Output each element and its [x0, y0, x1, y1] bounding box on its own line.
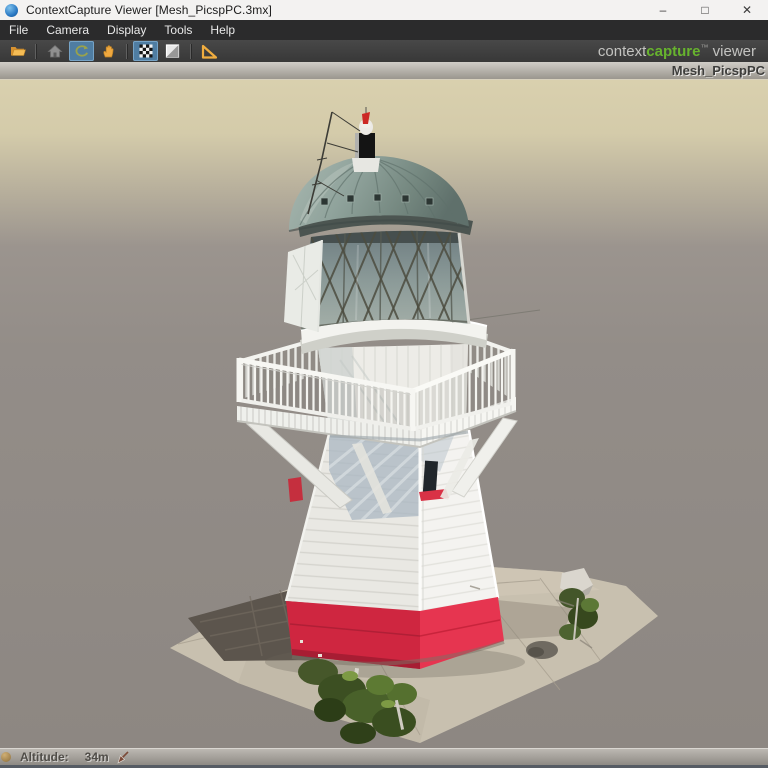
viewport-3d[interactable]	[0, 80, 768, 748]
menu-item-camera[interactable]: Camera	[37, 20, 98, 40]
title-bar: ContextCapture Viewer [Mesh_PicspPC.3mx]…	[0, 0, 768, 20]
open-folder-icon	[9, 43, 27, 59]
home-view-button[interactable]	[42, 41, 67, 61]
pan-hand-icon	[100, 43, 118, 59]
orbit-rotate-icon	[73, 43, 91, 59]
measure-set-square-icon	[200, 43, 219, 60]
brand-viewer: viewer	[708, 43, 756, 60]
app-icon	[5, 4, 18, 17]
altitude-value: 34m	[85, 750, 109, 764]
toolbar: contextcapture™ viewer	[0, 40, 768, 62]
cursor-pointer-icon	[117, 751, 130, 764]
menu-bar: File Camera Display Tools Help	[0, 20, 768, 40]
home-icon	[46, 43, 64, 59]
menu-item-tools[interactable]: Tools	[155, 20, 201, 40]
toolbar-separator	[35, 44, 37, 59]
window-controls: – □ ✕	[642, 0, 768, 20]
measure-button[interactable]	[197, 41, 222, 61]
maximize-button[interactable]: □	[684, 0, 726, 20]
model-name-label: Mesh_PicspPC	[672, 63, 765, 78]
shading-mode-button[interactable]	[160, 41, 185, 61]
model-name-bar: Mesh_PicspPC	[0, 62, 768, 80]
status-bar: Altitude: 34m	[0, 748, 768, 765]
brand-context: context	[598, 43, 646, 60]
brand-capture: capture	[646, 43, 700, 60]
texture-mode-button[interactable]	[133, 41, 158, 61]
menu-item-file[interactable]: File	[0, 20, 37, 40]
shading-square-icon	[164, 43, 182, 59]
minimize-button[interactable]: –	[642, 0, 684, 20]
contextcapture-branding: contextcapture™ viewer	[598, 43, 768, 60]
toolbar-separator	[190, 44, 192, 59]
pan-button[interactable]	[96, 41, 121, 61]
close-button[interactable]: ✕	[726, 0, 768, 20]
texture-checker-icon	[137, 43, 155, 59]
menu-item-help[interactable]: Help	[201, 20, 244, 40]
window-title: ContextCapture Viewer [Mesh_PicspPC.3mx]	[26, 3, 272, 17]
open-file-button[interactable]	[5, 41, 30, 61]
orbit-rotate-button[interactable]	[69, 41, 94, 61]
menu-item-display[interactable]: Display	[98, 20, 155, 40]
altitude-label: Altitude:	[20, 750, 69, 764]
status-dot-icon	[1, 752, 11, 762]
toolbar-separator	[126, 44, 128, 59]
lantern-room-glass	[284, 229, 472, 332]
